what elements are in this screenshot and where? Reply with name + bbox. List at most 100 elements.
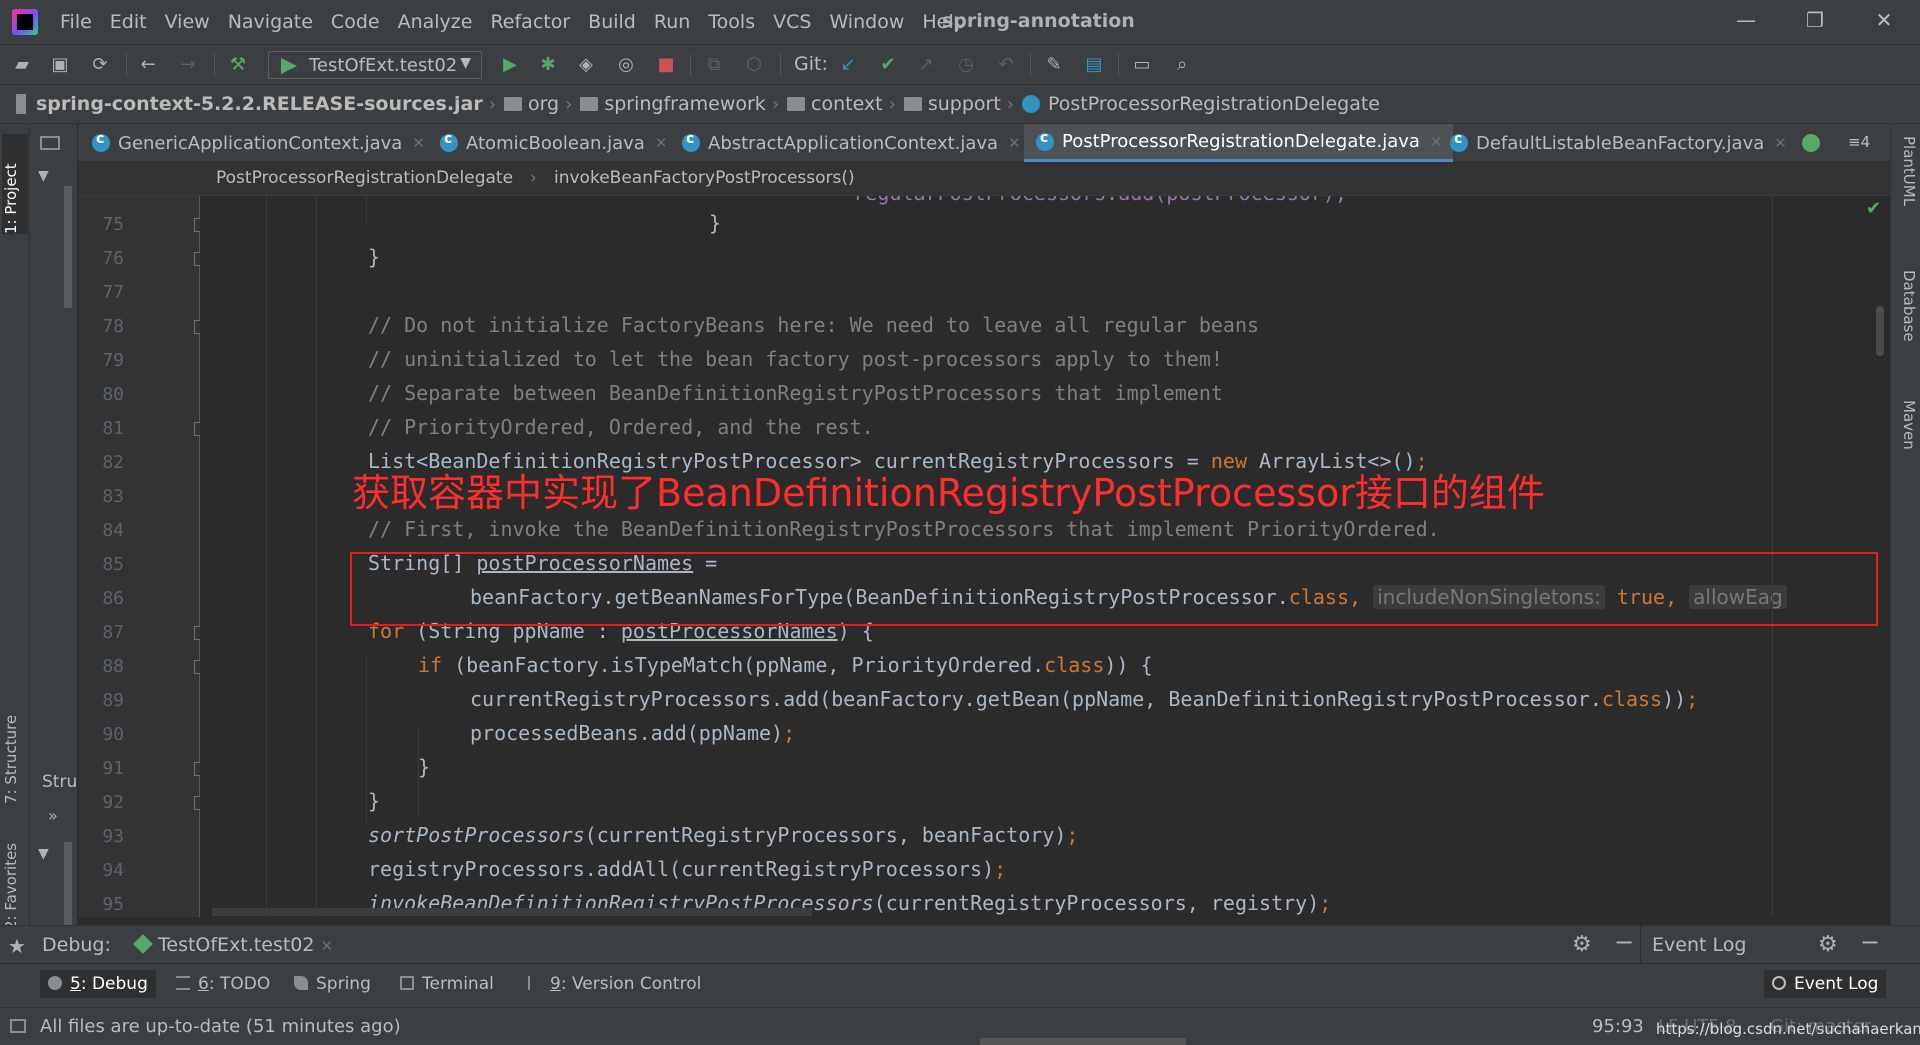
close-tab-icon[interactable]: ✕ bbox=[1774, 134, 1787, 152]
database-tool-tab[interactable]: Database bbox=[1894, 270, 1918, 380]
project-tool-tab[interactable]: 1: Project bbox=[2, 134, 28, 234]
forward-arrow-icon[interactable]: → bbox=[176, 54, 200, 76]
editor-breadcrumb-method[interactable]: invokeBeanFactoryPostProcessors() bbox=[554, 168, 855, 188]
gear-icon[interactable]: ⚙ bbox=[1818, 932, 1838, 957]
interface-icon[interactable] bbox=[1802, 134, 1820, 152]
panel-layout-icon[interactable] bbox=[40, 136, 60, 150]
tool-windows-toggle-icon[interactable] bbox=[10, 1019, 26, 1033]
breadcrumb-context[interactable]: context bbox=[811, 93, 883, 115]
caret-position[interactable]: 95:93 bbox=[1592, 1016, 1644, 1037]
git-commit-check-icon[interactable]: ✔ bbox=[876, 54, 900, 76]
minimize-button[interactable]: — bbox=[1726, 8, 1766, 36]
run-configuration-select[interactable]: TestOfExt.test02 ▼ bbox=[268, 51, 482, 79]
breadcrumb-jar[interactable]: spring-context-5.2.2.RELEASE-sources.jar bbox=[36, 93, 483, 115]
menu-tools[interactable]: Tools bbox=[708, 11, 755, 33]
panel-scrollbar[interactable] bbox=[64, 842, 72, 932]
breadcrumb-class[interactable]: PostProcessorRegistrationDelegate bbox=[1048, 93, 1380, 115]
close-tab-icon[interactable]: ✕ bbox=[1430, 133, 1443, 151]
breadcrumb-support[interactable]: support bbox=[928, 93, 1001, 115]
tab-version-control[interactable]: 9: Version Control bbox=[528, 974, 701, 994]
run-with-coverage-icon[interactable]: ◈ bbox=[574, 54, 598, 76]
close-tab-icon[interactable]: ✕ bbox=[412, 134, 425, 152]
structure-tool-tab[interactable]: 7: Structure bbox=[2, 684, 28, 804]
profile-icon[interactable]: ◎ bbox=[614, 54, 638, 76]
menu-bar: File Edit View Navigate Code Analyze Ref… bbox=[0, 0, 1920, 44]
search-everywhere-icon[interactable]: ⌕ bbox=[1170, 54, 1194, 76]
close-tab-icon[interactable]: ✕ bbox=[321, 937, 334, 955]
expand-triangle-icon[interactable]: ▼ bbox=[38, 846, 49, 862]
tab-generic-application-context[interactable]: GenericApplicationContext.java ✕ bbox=[92, 124, 425, 162]
panel-scrollbar[interactable] bbox=[64, 186, 72, 308]
run-configuration-label: TestOfExt.test02 bbox=[309, 55, 458, 76]
terminal-window-icon[interactable]: ▭ bbox=[1130, 54, 1154, 76]
synchronize-icon[interactable]: ⟳ bbox=[88, 54, 112, 76]
attach-debugger-icon[interactable]: ⧉ bbox=[702, 54, 726, 76]
close-window-button[interactable]: ✕ bbox=[1864, 8, 1904, 36]
tabs-overflow-button[interactable]: ≡4 bbox=[1848, 133, 1870, 151]
breadcrumb-org[interactable]: org bbox=[528, 93, 559, 115]
editor-breadcrumb-class[interactable]: PostProcessorRegistrationDelegate bbox=[216, 168, 513, 188]
expand-more-icon[interactable]: » bbox=[48, 806, 58, 825]
menu-navigate[interactable]: Navigate bbox=[228, 11, 313, 33]
indent-guide bbox=[316, 196, 317, 917]
tab-debug[interactable]: 5: Debug bbox=[40, 970, 156, 998]
menu-window[interactable]: Window bbox=[829, 11, 904, 33]
tab-todo[interactable]: 6: TODO bbox=[176, 974, 270, 994]
left-tool-strip: 1: Project 7: Structure 2: Favorites bbox=[0, 124, 30, 930]
menu-vcs[interactable]: VCS bbox=[773, 11, 811, 33]
tab-spring[interactable]: Spring bbox=[294, 974, 371, 994]
tab-event-log[interactable]: Event Log bbox=[1764, 970, 1887, 998]
run-icon[interactable]: ▶ bbox=[498, 54, 522, 76]
git-push-icon[interactable]: ↗ bbox=[914, 54, 938, 76]
git-rollback-icon[interactable]: ↶ bbox=[994, 54, 1018, 76]
plantuml-tool-tab[interactable]: PlantUML bbox=[1894, 136, 1918, 246]
code-line-81: // PriorityOrdered, Ordered, and the res… bbox=[368, 415, 874, 439]
tab-label: : Debug bbox=[80, 974, 148, 994]
menu-build[interactable]: Build bbox=[588, 11, 636, 33]
menu-analyze[interactable]: Analyze bbox=[398, 11, 473, 33]
hide-panel-icon[interactable]: − bbox=[1614, 928, 1634, 956]
maven-tool-tab[interactable]: Maven bbox=[1894, 400, 1918, 490]
horizontal-scrollbar[interactable] bbox=[212, 908, 812, 916]
line-gutter: 75 76 77 78 79 80 81 82 83 84 85 86 87 8… bbox=[78, 196, 208, 917]
deploy-icon[interactable]: ⬡ bbox=[742, 54, 766, 76]
tab-default-listable-bean-factory[interactable]: DefaultListableBeanFactory.java ✕ bbox=[1450, 124, 1787, 162]
close-tab-icon[interactable]: ✕ bbox=[655, 134, 668, 152]
menu-file[interactable]: File bbox=[60, 11, 92, 33]
code-line-80: // Separate between BeanDefinitionRegist… bbox=[368, 381, 1223, 405]
tab-atomic-boolean[interactable]: AtomicBoolean.java ✕ bbox=[440, 124, 667, 162]
inspection-ok-check-icon[interactable]: ✔ bbox=[1866, 198, 1881, 219]
favorites-star-icon[interactable]: ★ bbox=[8, 934, 26, 958]
save-all-icon[interactable]: ▣ bbox=[48, 54, 72, 76]
menu-view[interactable]: View bbox=[165, 11, 210, 33]
vertical-scrollbar-thumb[interactable] bbox=[1876, 306, 1884, 356]
window-title: spring-annotation bbox=[942, 10, 1135, 32]
gear-icon[interactable]: ⚙ bbox=[1572, 932, 1592, 957]
menu-edit[interactable]: Edit bbox=[110, 11, 147, 33]
git-history-icon[interactable]: ◷ bbox=[954, 54, 978, 76]
stop-icon[interactable]: ■ bbox=[654, 54, 678, 76]
settings-wrench-icon[interactable]: ✎ bbox=[1042, 54, 1066, 76]
menu-code[interactable]: Code bbox=[331, 11, 380, 33]
expand-triangle-icon[interactable]: ▼ bbox=[38, 168, 49, 184]
back-arrow-icon[interactable]: ← bbox=[136, 54, 160, 76]
tab-abstract-application-context[interactable]: AbstractApplicationContext.java ✕ bbox=[682, 124, 1021, 162]
menu-run[interactable]: Run bbox=[654, 11, 690, 33]
project-structure-icon[interactable]: ▤ bbox=[1082, 54, 1106, 76]
line-number: 91 bbox=[102, 758, 124, 779]
tab-terminal[interactable]: Terminal bbox=[400, 974, 494, 994]
annotation-text: 获取容器中实现了BeanDefinitionRegistryPostProces… bbox=[352, 471, 1545, 515]
menu-refactor[interactable]: Refactor bbox=[490, 11, 570, 33]
git-update-icon[interactable]: ↙ bbox=[836, 54, 860, 76]
chevron-right-icon: › bbox=[530, 168, 537, 188]
tab-post-processor-registration-delegate[interactable]: PostProcessorRegistrationDelegate.java ✕ bbox=[1024, 124, 1453, 162]
close-tab-icon[interactable]: ✕ bbox=[1008, 134, 1021, 152]
restore-button[interactable]: ❐ bbox=[1795, 8, 1835, 36]
open-folder-icon[interactable]: ▰ bbox=[10, 54, 34, 76]
favorites-tool-tab[interactable]: 2: Favorites bbox=[2, 814, 28, 930]
hide-panel-icon[interactable]: − bbox=[1860, 928, 1880, 956]
debug-session-tab[interactable]: TestOfExt.test02 ✕ bbox=[133, 934, 334, 956]
breadcrumb-springframework[interactable]: springframework bbox=[604, 93, 765, 115]
debug-bug-icon[interactable]: ✱ bbox=[536, 54, 560, 76]
build-hammer-icon[interactable]: ⚒ bbox=[226, 54, 250, 76]
